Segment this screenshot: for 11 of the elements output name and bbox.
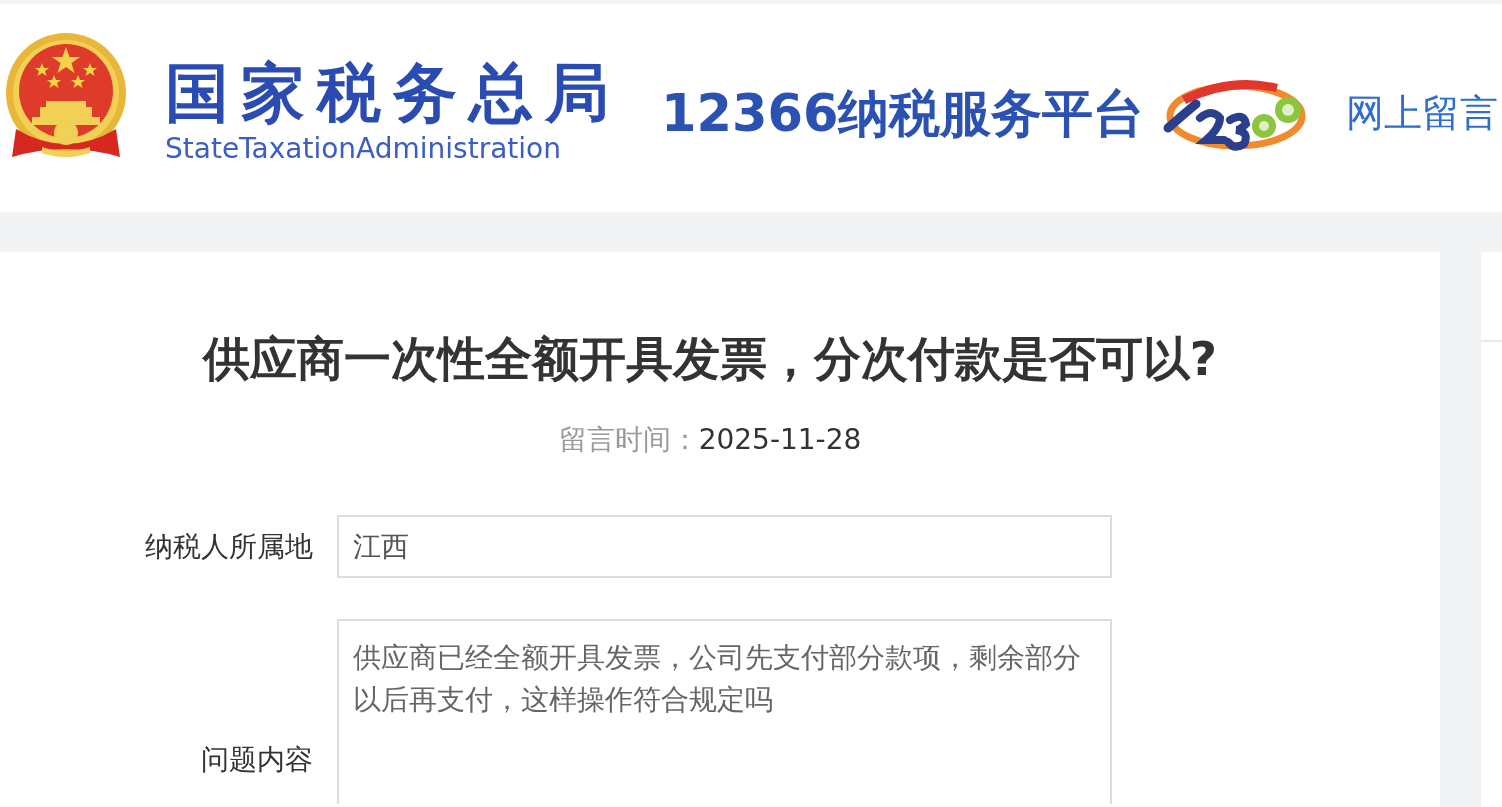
agency-name: 国家税务总局 [165, 55, 621, 131]
time-label: 留言时间： [558, 422, 699, 458]
agency-name-english: StateTaxationAdministration [165, 131, 562, 167]
question-field[interactable]: 供应商已经全额开具发票，公司先支付部分款项，剩余部分以后再支付，这样操作符合规定吗 [337, 619, 1112, 804]
platform-name: 12366纳税服务平台 [661, 82, 1145, 145]
field-label: 纳税人所属地 [144, 528, 313, 565]
field-label: 问题内容 [200, 742, 313, 778]
region-field[interactable]: 江西 [337, 515, 1112, 578]
time-value: 2025-11-28 [698, 422, 862, 458]
message-title: 供应商一次性全额开具发票，分次付款是否可以? [201, 330, 1219, 388]
nav-link[interactable]: 网上留言 [1346, 87, 1499, 139]
